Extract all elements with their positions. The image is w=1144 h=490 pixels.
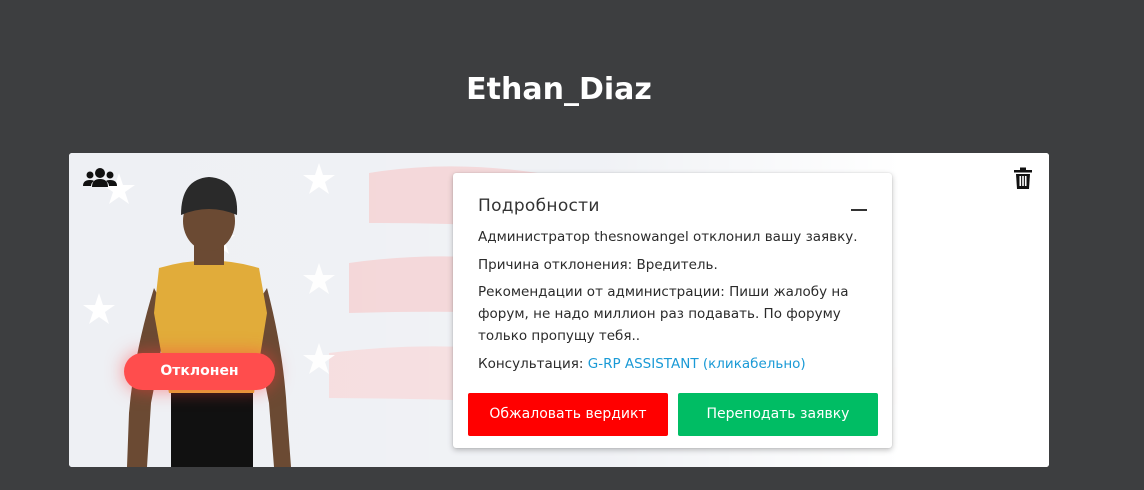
resubmit-button[interactable]: Переподать заявку bbox=[678, 393, 878, 436]
page-title: Ethan_Diaz bbox=[466, 72, 652, 107]
details-recommendation: Рекомендации от администрации: Пиши жало… bbox=[478, 284, 849, 344]
details-panel: Подробности Администратор thesnowangel о… bbox=[453, 173, 892, 448]
details-reason-line: Причина отклонения: Вредитель. bbox=[478, 257, 718, 273]
status-badge: Отклонен bbox=[124, 353, 275, 390]
application-card: Отклонен Подробности Администратор thesn… bbox=[69, 153, 1049, 467]
details-rejection-line: Администратор thesnowangel отклонил вашу… bbox=[478, 229, 858, 245]
consultation-link[interactable]: G-RP ASSISTANT (кликабельно) bbox=[588, 356, 806, 372]
details-consultation: Консультация: G-RP ASSISTANT (кликабельн… bbox=[478, 353, 878, 375]
trash-icon[interactable] bbox=[1013, 167, 1033, 189]
appeal-button[interactable]: Обжаловать вердикт bbox=[468, 393, 668, 436]
minus-icon bbox=[851, 209, 867, 211]
collapse-button[interactable] bbox=[845, 199, 873, 221]
character-figure bbox=[127, 177, 291, 467]
consultation-label: Консультация: bbox=[478, 356, 588, 372]
details-title: Подробности bbox=[478, 196, 600, 216]
